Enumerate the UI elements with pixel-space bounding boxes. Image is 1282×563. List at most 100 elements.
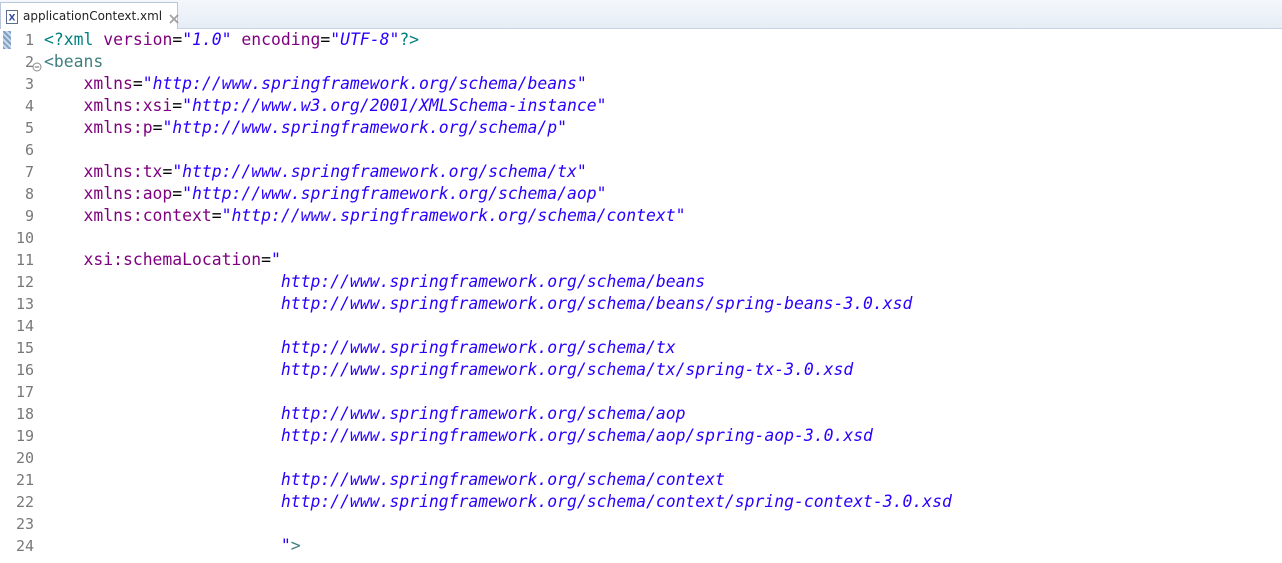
code-text: xmlns:tx="http://www.springframework.org…	[44, 161, 587, 183]
token-val: "http://www.springframework.org/schema/p…	[162, 118, 568, 137]
token-val: "	[280, 536, 291, 555]
line-number: 3	[24, 75, 34, 93]
code-text: http://www.springframework.org/schema/co…	[44, 491, 952, 513]
token-eq: =	[211, 206, 222, 225]
line-number: 19	[15, 427, 34, 445]
code-line[interactable]: 13 http://www.springframework.org/schema…	[0, 293, 1282, 315]
line-number: 21	[15, 471, 34, 489]
line-number: 22	[15, 493, 34, 511]
line-number: 14	[15, 317, 34, 335]
token-pad	[44, 294, 281, 313]
code-text: http://www.springframework.org/schema/be…	[44, 271, 705, 293]
token-pi: ?>	[399, 30, 420, 49]
token-pad	[44, 492, 281, 511]
line-number: 1	[24, 31, 34, 49]
code-line[interactable]: 20	[0, 447, 1282, 469]
code-text: xsi:schemaLocation="	[44, 249, 280, 271]
code-line[interactable]: 9 xmlns:context="http://www.springframew…	[0, 205, 1282, 227]
code-line[interactable]: 5 xmlns:p="http://www.springframework.or…	[0, 117, 1282, 139]
code-text: http://www.springframework.org/schema/be…	[44, 293, 913, 315]
token-attr: xmlns:xsi	[83, 96, 173, 115]
editor-tab-bar: X applicationContext.xml	[0, 0, 1282, 29]
fold-collapse-icon[interactable]	[32, 56, 42, 72]
token-val: "http://www.springframework.org/schema/b…	[142, 74, 587, 93]
token-pad	[44, 536, 281, 555]
token-eq: =	[152, 118, 163, 137]
line-number: 20	[15, 449, 34, 467]
line-number: 24	[15, 537, 34, 555]
close-icon[interactable]	[168, 10, 180, 24]
token-val: "http://www.springframework.org/schema/t…	[172, 162, 587, 181]
line-number: 9	[24, 207, 34, 225]
token-val: http://www.springframework.org/schema/tx…	[280, 360, 854, 379]
code-text: xmlns:aop="http://www.springframework.or…	[44, 183, 606, 205]
token-val: "1.0"	[182, 30, 232, 49]
code-line[interactable]: 21 http://www.springframework.org/schema…	[0, 469, 1282, 491]
code-line[interactable]: 17	[0, 381, 1282, 403]
token-pad	[44, 74, 83, 93]
code-text: http://www.springframework.org/schema/tx	[44, 337, 676, 359]
code-line[interactable]: 2 <beans	[0, 51, 1282, 73]
code-line[interactable]: 12 http://www.springframework.org/schema…	[0, 271, 1282, 293]
xml-editor[interactable]: 1 <?xml version="1.0" encoding="UTF-8"?> 2…	[0, 29, 1282, 563]
code-text: xmlns="http://www.springframework.org/sc…	[44, 73, 587, 95]
code-line[interactable]: 11 xsi:schemaLocation="	[0, 249, 1282, 271]
token-attr: xsi:schemaLocation	[83, 250, 262, 269]
token-attr: xmlns:aop	[83, 184, 173, 203]
code-line[interactable]: 23	[0, 513, 1282, 535]
token-val: "UTF-8"	[330, 30, 400, 49]
code-text: xmlns:context="http://www.springframewor…	[44, 205, 685, 227]
line-number: 15	[15, 339, 34, 357]
code-line[interactable]: 14	[0, 315, 1282, 337]
code-line[interactable]: 22 http://www.springframework.org/schema…	[0, 491, 1282, 513]
token-eq: =	[320, 30, 331, 49]
token-pad	[44, 426, 281, 445]
line-number: 4	[24, 97, 34, 115]
token-val: http://www.springframework.org/schema/ao…	[280, 426, 873, 445]
line-number: 2	[24, 53, 34, 71]
token-pi: <?	[44, 30, 64, 49]
token-pad	[44, 184, 83, 203]
token-pad	[44, 404, 281, 423]
token-eq: =	[172, 30, 183, 49]
code-line[interactable]: 18 http://www.springframework.org/schema…	[0, 403, 1282, 425]
token-pad	[44, 206, 83, 225]
token-attr: xmlns:p	[83, 118, 153, 137]
token-eq: =	[172, 96, 183, 115]
token-eq: =	[132, 74, 143, 93]
svg-text:X: X	[9, 14, 16, 24]
token-tag: >	[290, 536, 301, 555]
code-line[interactable]: 24 ">	[0, 535, 1282, 557]
token-val: http://www.springframework.org/schema/ao…	[280, 404, 686, 423]
tab-label: applicationContext.xml	[23, 9, 163, 23]
token-attr: xmlns	[83, 74, 133, 93]
token-pad	[44, 162, 83, 181]
xml-file-icon: X	[6, 9, 18, 24]
token-val: http://www.springframework.org/schema/tx	[280, 338, 676, 357]
code-text: http://www.springframework.org/schema/tx…	[44, 359, 853, 381]
code-line[interactable]: 7 xmlns:tx="http://www.springframework.o…	[0, 161, 1282, 183]
token-val: http://www.springframework.org/schema/co…	[280, 492, 952, 511]
line-number: 10	[15, 229, 34, 247]
line-number: 12	[15, 273, 34, 291]
code-line[interactable]: 4 xmlns:xsi="http://www.w3.org/2001/XMLS…	[0, 95, 1282, 117]
code-line[interactable]: 1 <?xml version="1.0" encoding="UTF-8"?>	[0, 29, 1282, 51]
token-pad	[44, 118, 83, 137]
token-pad	[44, 272, 281, 291]
tab-applicationcontext-xml[interactable]: X applicationContext.xml	[0, 2, 180, 29]
code-line[interactable]: 6	[0, 139, 1282, 161]
code-line[interactable]: 16 http://www.springframework.org/schema…	[0, 359, 1282, 381]
code-line[interactable]: 19 http://www.springframework.org/schema…	[0, 425, 1282, 447]
token-pad	[44, 96, 83, 115]
line-number: 11	[15, 251, 34, 269]
token-pad	[44, 338, 281, 357]
token-pad	[44, 360, 281, 379]
code-line[interactable]: 8 xmlns:aop="http://www.springframework.…	[0, 183, 1282, 205]
code-line[interactable]: 15 http://www.springframework.org/schema…	[0, 337, 1282, 359]
token-attr: xmlns:context	[83, 206, 212, 225]
code-line[interactable]: 3 xmlns="http://www.springframework.org/…	[0, 73, 1282, 95]
code-lines[interactable]: 1 <?xml version="1.0" encoding="UTF-8"?> 2…	[0, 29, 1282, 557]
token-val: http://www.springframework.org/schema/co…	[280, 470, 725, 489]
code-line[interactable]: 10	[0, 227, 1282, 249]
line-number: 18	[15, 405, 34, 423]
